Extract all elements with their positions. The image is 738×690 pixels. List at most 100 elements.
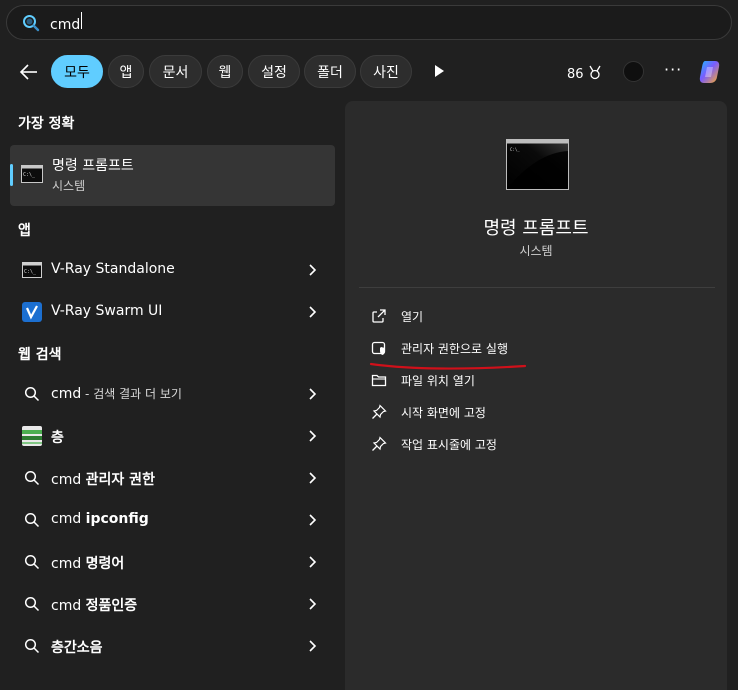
action-open-file-location[interactable]: 파일 위치 열기 [371, 369, 475, 391]
text-caret [81, 12, 83, 29]
tab-folders[interactable]: 폴더 [304, 55, 356, 88]
tab-label: 모두 [64, 64, 90, 81]
web-result-label: cmd 정품인증 [51, 595, 137, 615]
action-label: 파일 위치 열기 [401, 373, 475, 388]
divider [359, 287, 715, 288]
chevron-right-icon[interactable] [307, 470, 317, 486]
web-result-bold: 층 [51, 430, 64, 446]
tab-photos[interactable]: 사진 [360, 55, 412, 88]
search-box[interactable]: cmd [6, 5, 732, 40]
web-result-bold: 정품인증 [85, 598, 138, 614]
web-search-heading: 웹 검색 [18, 347, 62, 363]
tab-all[interactable]: 모두 [51, 55, 103, 88]
rewards-points[interactable]: 86 [567, 64, 603, 84]
more-tabs-play-icon[interactable] [432, 63, 446, 79]
detail-pane: C:\_ 명령 프롬프트 시스템 열기 관리자 권한으로 실행 파일 위치 열기… [345, 101, 727, 690]
action-label: 열기 [401, 309, 424, 324]
web-result-label: cmd 관리자 권한 [51, 469, 155, 489]
chevron-right-icon[interactable] [307, 262, 317, 278]
chevron-right-icon[interactable] [307, 386, 317, 402]
avatar[interactable] [623, 61, 644, 82]
detail-subtitle: 시스템 [519, 244, 553, 258]
web-result-prefix: cmd [51, 511, 86, 527]
tab-web[interactable]: 웹 [207, 55, 243, 88]
app-item-vray-swarm[interactable]: V-Ray Swarm UI [10, 292, 335, 332]
action-pin-to-start[interactable]: 시작 화면에 고정 [371, 401, 486, 423]
medal-icon [587, 64, 603, 84]
points-value: 86 [567, 66, 584, 82]
web-result-item[interactable]: cmd ipconfig [10, 500, 335, 540]
console-icon: C:\_ [22, 260, 42, 280]
action-label: 시작 화면에 고정 [401, 405, 486, 420]
chevron-right-icon[interactable] [307, 512, 317, 528]
svg-text:C:\_: C:\_ [23, 172, 36, 178]
action-open[interactable]: 열기 [371, 305, 423, 327]
action-label: 관리자 권한으로 실행 [401, 341, 508, 356]
search-icon [22, 510, 42, 530]
search-input[interactable]: cmd [50, 12, 650, 33]
search-icon [22, 468, 42, 488]
vray-icon [22, 302, 42, 322]
chevron-right-icon[interactable] [307, 638, 317, 654]
web-result-label: cmd 명령어 [51, 553, 124, 573]
web-result-item[interactable]: 층간소음 [10, 626, 335, 666]
apps-heading: 앱 [18, 223, 31, 239]
best-match-title: 명령 프롬프트 [52, 158, 134, 174]
selection-indicator [10, 164, 13, 186]
web-result-label: 층 [51, 427, 64, 447]
web-result-prefix: cmd [51, 556, 86, 572]
web-result-bold: 층간소음 [51, 640, 103, 656]
best-match-item[interactable]: C:\_ 명령 프롬프트 시스템 [10, 145, 335, 206]
svg-text:C:\_: C:\_ [24, 269, 37, 275]
app-item-label: V-Ray Swarm UI [51, 303, 163, 319]
action-label: 작업 표시줄에 고정 [401, 437, 497, 452]
web-result-prefix: cmd [51, 472, 86, 488]
chevron-right-icon[interactable] [307, 304, 317, 320]
action-run-as-admin[interactable]: 관리자 권한으로 실행 [371, 337, 508, 359]
command-prompt-icon: C:\_ [21, 165, 43, 183]
back-arrow-icon[interactable] [18, 61, 40, 83]
tab-settings[interactable]: 설정 [248, 55, 300, 88]
search-icon [22, 14, 40, 32]
web-result-label: cmd ipconfig [51, 511, 149, 527]
chevron-right-icon[interactable] [307, 596, 317, 612]
web-result-item[interactable]: 층 [10, 416, 335, 456]
web-result-bold: ipconfig [85, 511, 149, 527]
search-icon [22, 552, 42, 572]
action-pin-to-taskbar[interactable]: 작업 표시줄에 고정 [371, 433, 497, 455]
best-match-subtitle: 시스템 [52, 179, 86, 193]
pin-icon [371, 436, 387, 452]
shield-icon [371, 340, 387, 356]
web-result-label: cmd - 검색 결과 더 보기 [51, 385, 182, 402]
web-result-item[interactable]: cmd 명령어 [10, 542, 335, 582]
best-match-heading: 가장 정확 [18, 116, 75, 132]
search-icon [22, 594, 42, 614]
web-result-cmd[interactable]: cmd - 검색 결과 더 보기 [10, 374, 335, 414]
web-result-query: cmd [51, 386, 82, 402]
web-result-suffix: - 검색 결과 더 보기 [81, 387, 182, 401]
pin-icon [371, 404, 387, 420]
tab-documents[interactable]: 문서 [149, 55, 202, 88]
search-icon [22, 636, 42, 656]
search-query: cmd [50, 17, 81, 33]
web-thumbnail-icon [22, 426, 42, 446]
tab-label: 사진 [373, 64, 399, 81]
web-result-bold: 관리자 권한 [85, 472, 155, 488]
tab-apps[interactable]: 앱 [108, 55, 144, 88]
app-item-vray-standalone[interactable]: C:\_ V-Ray Standalone [10, 250, 335, 290]
web-result-bold: 명령어 [85, 556, 125, 572]
tab-label: 앱 [119, 64, 133, 81]
command-prompt-large-icon: C:\_ [506, 139, 569, 190]
web-result-item[interactable]: cmd 관리자 권한 [10, 458, 335, 498]
chevron-right-icon[interactable] [307, 554, 317, 570]
web-result-label: 층간소음 [51, 637, 103, 657]
folder-icon [371, 372, 387, 388]
copilot-icon[interactable] [696, 58, 724, 86]
search-icon [22, 384, 42, 404]
tab-label: 설정 [261, 64, 287, 81]
filter-tabs: 모두 앱 문서 웹 설정 폴더 사진 86 ··· [0, 55, 738, 89]
more-options-icon[interactable]: ··· [664, 60, 682, 79]
app-item-label: V-Ray Standalone [51, 261, 175, 277]
chevron-right-icon[interactable] [307, 428, 317, 444]
web-result-item[interactable]: cmd 정품인증 [10, 584, 335, 624]
